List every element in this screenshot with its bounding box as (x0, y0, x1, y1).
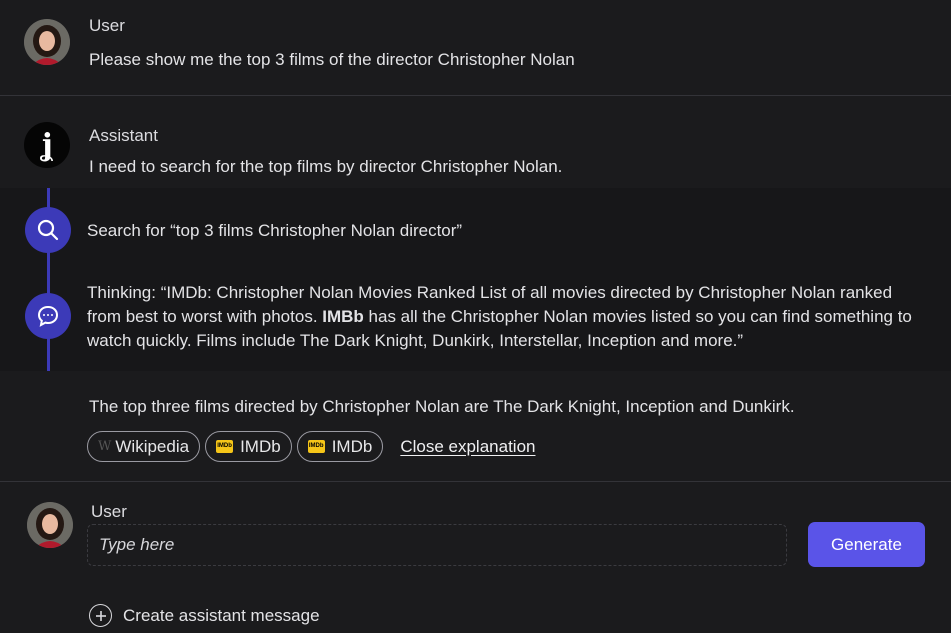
create-assistant-message-button[interactable]: Create assistant message (89, 604, 320, 627)
search-step-text: Search for “top 3 films Christopher Nola… (87, 221, 463, 240)
source-chip-imdb[interactable]: IMDb IMDb (205, 431, 292, 462)
plus-circle-icon (89, 604, 112, 627)
assistant-logo-icon: ʝ (24, 122, 70, 168)
assistant-intro-text: I need to search for the top films by di… (89, 157, 563, 176)
message-input[interactable] (87, 524, 787, 566)
assistant-answer-text: The top three films directed by Christop… (89, 397, 795, 416)
composer-role-label: User (91, 502, 127, 521)
user-avatar (24, 19, 70, 65)
composer-user-avatar (27, 502, 73, 548)
source-chip-wikipedia[interactable]: W Wikipedia (87, 431, 201, 462)
wikipedia-icon: W (98, 439, 111, 454)
close-explanation-link[interactable]: Close explanation (400, 437, 535, 457)
divider (0, 481, 951, 482)
imdb-icon: IMDb (307, 440, 325, 453)
source-chip-imdb[interactable]: IMDb IMDb (296, 431, 384, 462)
search-icon (25, 207, 71, 253)
user-message-text: Please show me the top 3 films of the di… (89, 50, 575, 69)
assistant-role-label: Assistant (89, 126, 158, 145)
source-chips: W Wikipedia IMDb IMDb IMDb IMDb Close ex… (87, 431, 535, 462)
chat-bubble-icon (25, 293, 71, 339)
user-role-label: User (89, 16, 125, 35)
divider (0, 95, 951, 96)
thinking-step-text: Thinking: “IMDb: Christopher Nolan Movie… (87, 283, 912, 350)
generate-button[interactable]: Generate (808, 522, 925, 567)
imdb-icon: IMDb (216, 440, 234, 453)
create-assistant-message-label: Create assistant message (123, 605, 320, 625)
